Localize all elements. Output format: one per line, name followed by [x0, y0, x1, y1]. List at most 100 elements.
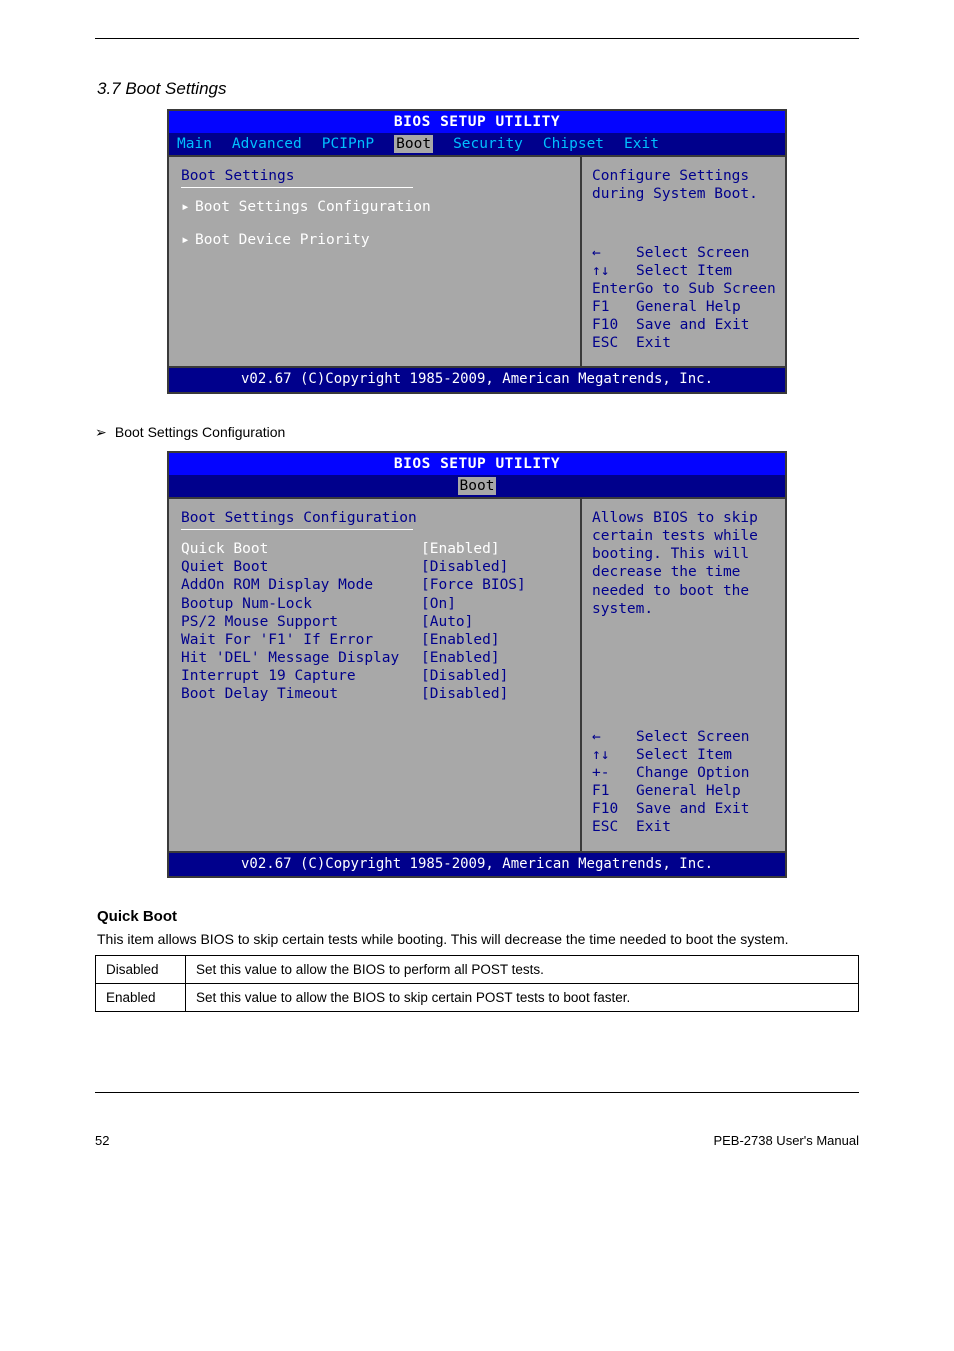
bios-help-pane: Configure Settings during System Boot. ←… [580, 157, 785, 366]
triangle-bullet-icon: ➢ [95, 424, 111, 441]
setting-value: [On] [421, 595, 456, 613]
tab-chipset[interactable]: Chipset [543, 135, 604, 153]
bios-footer: v02.67 (C)Copyright 1985-2009, American … [169, 366, 785, 392]
heading-rule [181, 187, 413, 188]
key-f1: F1 [592, 782, 636, 800]
key-f1: F1 [592, 298, 636, 316]
setting-addon-rom-display-mode[interactable]: AddOn ROM Display Mode[Force BIOS] [181, 576, 568, 594]
menu-item-label: Boot Device Priority [195, 231, 370, 249]
menu-item-boot-device-priority[interactable]: ▸ Boot Device Priority [181, 231, 568, 249]
setting-label: AddOn ROM Display Mode [181, 576, 421, 594]
menu-item-label: Boot Settings Configuration [195, 198, 431, 216]
setting-label: Quiet Boot [181, 558, 421, 576]
tab-main[interactable]: Main [177, 135, 212, 153]
key-f10: F10 [592, 316, 636, 334]
heading-rule [181, 529, 413, 530]
key-left: ← [592, 728, 636, 746]
bios-title: BIOS SETUP UTILITY [169, 111, 785, 133]
bios-help-pane: Allows BIOS to skip certain tests while … [580, 499, 785, 851]
option-key: Enabled [96, 984, 186, 1012]
key-desc: Select Item [636, 746, 732, 764]
setting-quick-boot[interactable]: Quick Boot[Enabled] [181, 540, 568, 558]
setting-label: Boot Delay Timeout [181, 685, 421, 703]
setting-value: [Auto] [421, 613, 473, 631]
bios-left-pane: Boot Settings Configuration Quick Boot[E… [169, 499, 580, 851]
bios-left-pane: Boot Settings ▸ Boot Settings Configurat… [169, 157, 580, 366]
setting-label: Interrupt 19 Capture [181, 667, 421, 685]
bios-title: BIOS SETUP UTILITY [169, 453, 785, 475]
quick-boot-options-table: Disabled Set this value to allow the BIO… [95, 955, 859, 1012]
tab-exit[interactable]: Exit [624, 135, 659, 153]
key-desc: Exit [636, 818, 671, 836]
setting-value: [Force BIOS] [421, 576, 526, 594]
tab-boot[interactable]: Boot [458, 477, 497, 495]
setting-value: [Disabled] [421, 558, 508, 576]
option-key: Disabled [96, 956, 186, 984]
quick-boot-label: Quick Boot [97, 908, 859, 925]
key-desc: Exit [636, 334, 671, 352]
key-desc: Select Screen [636, 728, 750, 746]
setting-hit-del-message-display[interactable]: Hit 'DEL' Message Display[Enabled] [181, 649, 568, 667]
help-text: Allows BIOS to skip certain tests while … [592, 509, 777, 618]
setting-interrupt-19-capture[interactable]: Interrupt 19 Capture[Disabled] [181, 667, 568, 685]
setting-value: [Enabled] [421, 540, 500, 558]
key-left: ← [592, 244, 636, 262]
submenu-arrow-icon: ▸ [181, 231, 195, 249]
key-plusminus: +- [592, 764, 636, 782]
section-number: 3.7 Boot Settings [97, 79, 859, 99]
setting-quiet-boot[interactable]: Quiet Boot[Disabled] [181, 558, 568, 576]
bios-tab-bar: Main Advanced PCIPnP Boot Security Chips… [169, 133, 785, 155]
key-desc: General Help [636, 782, 741, 800]
manual-title: PEB-2738 User's Manual [713, 1133, 859, 1148]
option-desc: Set this value to allow the BIOS to skip… [186, 984, 859, 1012]
setting-value: [Disabled] [421, 667, 508, 685]
submenu-bullet-label: Boot Settings Configuration [115, 424, 285, 440]
key-desc: Select Item [636, 262, 732, 280]
setting-label: Bootup Num-Lock [181, 595, 421, 613]
page-number: 52 [95, 1133, 109, 1148]
key-desc: Select Screen [636, 244, 750, 262]
key-help-list: ←Select Screen ↑↓Select Item EnterGo to … [592, 244, 777, 353]
setting-label: Hit 'DEL' Message Display [181, 649, 421, 667]
key-updown: ↑↓ [592, 262, 636, 280]
bios-screen-boot-settings-configuration: BIOS SETUP UTILITY Boot Boot Settings Co… [167, 451, 787, 878]
key-desc: Save and Exit [636, 800, 750, 818]
setting-value: [Enabled] [421, 631, 500, 649]
key-updown: ↑↓ [592, 746, 636, 764]
option-desc: Set this value to allow the BIOS to perf… [186, 956, 859, 984]
table-row: Enabled Set this value to allow the BIOS… [96, 984, 859, 1012]
quick-boot-desc: This item allows BIOS to skip certain te… [97, 931, 859, 947]
setting-label: PS/2 Mouse Support [181, 613, 421, 631]
tab-boot[interactable]: Boot [394, 135, 433, 153]
bios-footer: v02.67 (C)Copyright 1985-2009, American … [169, 851, 785, 877]
setting-ps2-mouse-support[interactable]: PS/2 Mouse Support[Auto] [181, 613, 568, 631]
setting-bootup-num-lock[interactable]: Bootup Num-Lock[On] [181, 595, 568, 613]
top-rule [95, 38, 859, 39]
bios-tab-bar: Boot [169, 475, 785, 497]
key-help-list: ←Select Screen ↑↓Select Item +-Change Op… [592, 728, 777, 837]
setting-wait-for-f1-if-error[interactable]: Wait For 'F1' If Error[Enabled] [181, 631, 568, 649]
setting-label: Wait For 'F1' If Error [181, 631, 421, 649]
tab-security[interactable]: Security [453, 135, 523, 153]
key-desc: Go to Sub Screen [636, 280, 776, 298]
bottom-rule [95, 1092, 859, 1093]
key-desc: Save and Exit [636, 316, 750, 334]
submenu-arrow-icon: ▸ [181, 198, 195, 216]
tab-pcipnp[interactable]: PCIPnP [322, 135, 374, 153]
setting-label: Quick Boot [181, 540, 421, 558]
key-esc: ESC [592, 334, 636, 352]
submenu-bullet: ➢ Boot Settings Configuration [95, 424, 859, 441]
key-esc: ESC [592, 818, 636, 836]
key-enter: Enter [592, 280, 636, 298]
bios-screen-boot-settings: BIOS SETUP UTILITY Main Advanced PCIPnP … [167, 109, 787, 394]
tab-advanced[interactable]: Advanced [232, 135, 302, 153]
setting-value: [Enabled] [421, 649, 500, 667]
key-desc: Change Option [636, 764, 750, 782]
setting-value: [Disabled] [421, 685, 508, 703]
pane-heading: Boot Settings [181, 167, 568, 185]
key-desc: General Help [636, 298, 741, 316]
menu-item-boot-settings-configuration[interactable]: ▸ Boot Settings Configuration [181, 198, 568, 216]
help-text: Configure Settings during System Boot. [592, 167, 777, 203]
setting-boot-delay-timeout[interactable]: Boot Delay Timeout[Disabled] [181, 685, 568, 703]
key-f10: F10 [592, 800, 636, 818]
